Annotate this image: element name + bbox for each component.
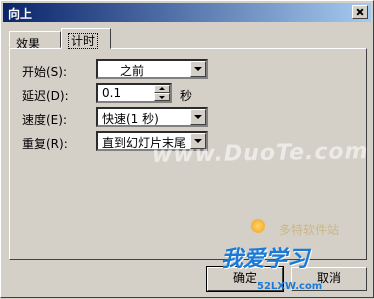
window-title: 向上: [8, 7, 33, 21]
delay-spinner[interactable]: 0.1: [96, 83, 172, 103]
speed-dropdown[interactable]: 快速(1 秒): [96, 107, 208, 127]
tab-timing-label: 计时: [68, 33, 99, 49]
title-bar[interactable]: 向上: [3, 3, 371, 22]
start-value: 之前: [120, 64, 145, 78]
spin-up-icon[interactable]: [154, 85, 170, 93]
delay-unit: 秒: [180, 89, 193, 103]
ok-button[interactable]: 确定: [206, 266, 284, 292]
speed-value: 快速(1 秒): [102, 112, 159, 126]
timing-panel: 开始(S): 之前 延迟(D): 0.1 秒 速度(E): 快速(1 秒) 重复…: [9, 48, 369, 260]
repeat-label: 重复(R):: [22, 137, 68, 151]
repeat-dropdown[interactable]: 直到幻灯片末尾: [96, 131, 208, 151]
start-label: 开始(S):: [22, 65, 68, 79]
tab-effect[interactable]: 效果: [9, 31, 61, 51]
repeat-value: 直到幻灯片末尾: [102, 136, 187, 150]
delay-spin-buttons[interactable]: [154, 85, 170, 101]
spin-down-icon[interactable]: [154, 93, 170, 101]
dialog-window: 向上 效果 计时 开始(S): 之前 延迟(D): 0.1 秒 速度(E): 快…: [0, 0, 374, 298]
start-dropdown[interactable]: 之前: [96, 59, 208, 79]
cancel-button[interactable]: 取消: [291, 267, 367, 291]
speed-label: 速度(E):: [22, 113, 67, 127]
delay-label: 延迟(D):: [22, 89, 69, 103]
chevron-down-icon[interactable]: [190, 133, 206, 149]
tab-timing[interactable]: 计时: [61, 28, 111, 49]
chevron-down-icon[interactable]: [190, 109, 206, 125]
chevron-down-icon[interactable]: [190, 61, 206, 77]
delay-value: 0.1: [102, 86, 122, 100]
close-icon[interactable]: [352, 5, 368, 19]
